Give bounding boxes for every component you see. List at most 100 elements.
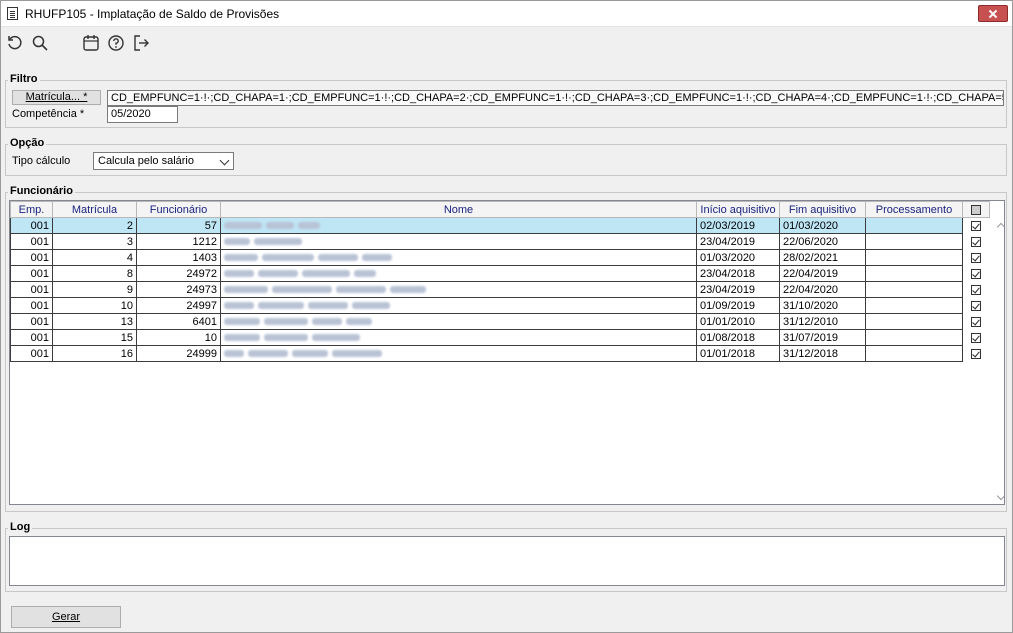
- cell-funcionario: 10: [136, 329, 221, 346]
- cell-inicio-aquisitivo: 01/01/2018: [696, 345, 780, 362]
- cell-checkbox: [962, 313, 990, 330]
- gerar-button-label: Gerar: [51, 611, 81, 623]
- redacted-text: [346, 318, 372, 326]
- redacted-text: [224, 334, 260, 342]
- redacted-text: [224, 254, 258, 262]
- redacted-text: [362, 254, 392, 262]
- col-emp[interactable]: Emp.: [10, 201, 53, 218]
- cell-matricula: 3: [52, 233, 137, 250]
- row-checkbox[interactable]: [971, 300, 982, 311]
- log-legend: Log: [8, 521, 33, 533]
- table-row[interactable]: 001 2 57 02/03/2019 01/03/2020: [10, 217, 990, 234]
- col-processamento[interactable]: Processamento: [865, 201, 963, 218]
- matricula-button[interactable]: Matrícula... *: [12, 90, 101, 105]
- col-select-all[interactable]: [962, 201, 990, 218]
- table-row[interactable]: 001 4 1403 01/03/2020 28/02/2021: [10, 249, 990, 266]
- exit-icon[interactable]: [132, 34, 150, 52]
- log-textarea[interactable]: [9, 536, 1005, 586]
- row-checkbox[interactable]: [971, 220, 982, 231]
- document-icon: [7, 7, 18, 20]
- cell-inicio-aquisitivo: 23/04/2019: [696, 281, 780, 298]
- cell-emp: 001: [10, 345, 53, 362]
- table-row[interactable]: 001 16 24999 01/01/2018 31/12/2018: [10, 345, 990, 362]
- cell-checkbox: [962, 345, 990, 362]
- table-row[interactable]: 001 13 6401 01/01/2010 31/12/2010: [10, 313, 990, 330]
- cell-inicio-aquisitivo: 23/04/2019: [696, 233, 780, 250]
- tipo-calculo-select[interactable]: Calcula pelo salário: [93, 152, 234, 170]
- competencia-label: Competência *: [12, 108, 85, 120]
- refresh-icon[interactable]: [6, 34, 24, 52]
- gerar-button[interactable]: Gerar: [11, 606, 121, 628]
- cell-processamento: [865, 233, 963, 250]
- row-checkbox[interactable]: [971, 316, 982, 327]
- cell-checkbox: [962, 249, 990, 266]
- cell-fim-aquisitivo: 22/06/2020: [779, 233, 866, 250]
- redacted-text: [390, 286, 426, 294]
- filtro-legend: Filtro: [8, 73, 40, 85]
- redacted-text: [336, 286, 386, 294]
- row-checkbox[interactable]: [971, 252, 982, 263]
- search-icon[interactable]: [31, 34, 49, 52]
- col-funcionario[interactable]: Funcionário: [136, 201, 221, 218]
- col-fim-aquisitivo[interactable]: Fim aquisitivo: [779, 201, 866, 218]
- table-row[interactable]: 001 8 24972 23/04/2018 22/04/2019: [10, 265, 990, 282]
- cell-processamento: [865, 345, 963, 362]
- cell-matricula: 8: [52, 265, 137, 282]
- table-row[interactable]: 001 9 24973 23/04/2019 22/04/2020: [10, 281, 990, 298]
- cell-matricula: 16: [52, 345, 137, 362]
- table-row[interactable]: 001 3 1212 23/04/2019 22/06/2020: [10, 233, 990, 250]
- redacted-text: [248, 350, 288, 358]
- row-checkbox[interactable]: [971, 236, 982, 247]
- redacted-text: [332, 350, 382, 358]
- col-nome[interactable]: Nome: [220, 201, 697, 218]
- col-inicio-aquisitivo[interactable]: Início aquisitivo: [696, 201, 780, 218]
- cell-inicio-aquisitivo: 01/03/2020: [696, 249, 780, 266]
- table-header: Emp. Matrícula Funcionário Nome Início a…: [10, 201, 990, 218]
- col-matricula[interactable]: Matrícula: [52, 201, 137, 218]
- matricula-field[interactable]: CD_EMPFUNC=1·!·;CD_CHAPA=1·;CD_EMPFUNC=1…: [107, 90, 1004, 106]
- redacted-text: [312, 318, 342, 326]
- cell-inicio-aquisitivo: 02/03/2019: [696, 217, 780, 234]
- table-row[interactable]: 001 10 24997 01/09/2019 31/10/2020: [10, 297, 990, 314]
- cell-matricula: 10: [52, 297, 137, 314]
- tipo-calculo-value: Calcula pelo salário: [98, 155, 194, 167]
- cell-inicio-aquisitivo: 23/04/2018: [696, 265, 780, 282]
- close-button[interactable]: [978, 5, 1008, 22]
- cell-inicio-aquisitivo: 01/08/2018: [696, 329, 780, 346]
- competencia-field[interactable]: 05/2020: [107, 106, 178, 123]
- cell-funcionario: 1403: [136, 249, 221, 266]
- window-title: RHUFP105 - Implatação de Saldo de Provis…: [25, 7, 280, 21]
- redacted-text: [266, 222, 294, 230]
- redacted-text: [354, 270, 376, 278]
- table-row[interactable]: 001 15 10 01/08/2018 31/07/2019: [10, 329, 990, 346]
- cell-funcionario: 24973: [136, 281, 221, 298]
- opcao-group: Opção Tipo cálculo Calcula pelo salário: [5, 137, 1007, 176]
- redacted-text: [298, 222, 320, 230]
- cell-nome-redacted: [220, 329, 697, 346]
- cell-checkbox: [962, 281, 990, 298]
- scroll-down-icon[interactable]: [996, 491, 1004, 501]
- select-all-checkbox[interactable]: [971, 204, 981, 215]
- vertical-scrollbar[interactable]: [996, 218, 1004, 504]
- row-checkbox[interactable]: [971, 332, 982, 343]
- redacted-text: [258, 270, 298, 278]
- cell-funcionario: 6401: [136, 313, 221, 330]
- row-checkbox[interactable]: [971, 348, 982, 359]
- funcionario-table: Emp. Matrícula Funcionário Nome Início a…: [9, 200, 1005, 505]
- redacted-text: [224, 302, 254, 310]
- tipo-calculo-label: Tipo cálculo: [12, 155, 71, 167]
- row-checkbox[interactable]: [971, 268, 982, 279]
- help-icon[interactable]: [107, 34, 125, 52]
- row-checkbox[interactable]: [971, 284, 982, 295]
- cell-fim-aquisitivo: 28/02/2021: [779, 249, 866, 266]
- cell-fim-aquisitivo: 31/10/2020: [779, 297, 866, 314]
- scroll-up-icon[interactable]: [996, 222, 1004, 232]
- cell-processamento: [865, 329, 963, 346]
- cell-processamento: [865, 249, 963, 266]
- redacted-text: [224, 222, 262, 230]
- redacted-text: [254, 238, 302, 246]
- redacted-text: [318, 254, 358, 262]
- cell-emp: 001: [10, 329, 53, 346]
- calendar-icon[interactable]: [82, 34, 100, 52]
- cell-checkbox: [962, 297, 990, 314]
